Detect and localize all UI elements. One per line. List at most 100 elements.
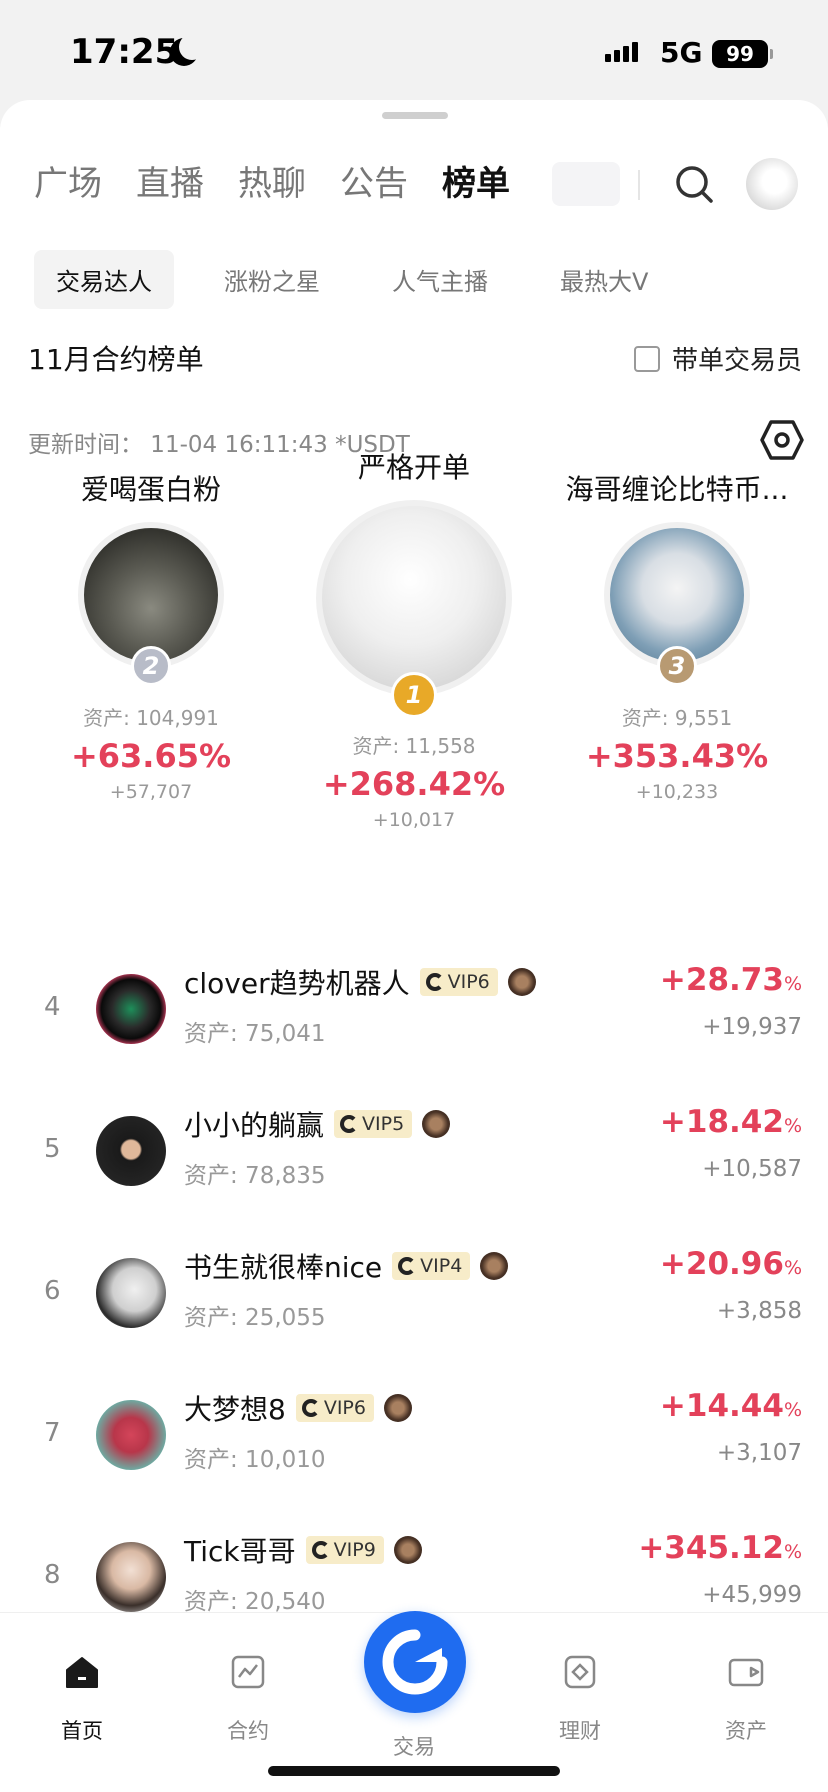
lead-trader-checkbox[interactable] — [634, 345, 660, 372]
rank-badge-gold: 1 — [391, 672, 437, 718]
tab-announcements[interactable]: 公告 — [340, 160, 408, 208]
sub-tabs: 交易达人 涨粉之星 人气主播 最热大V — [34, 250, 670, 309]
podium-assets: 资产: 104,991 — [83, 706, 219, 730]
vip-icon — [398, 1257, 417, 1275]
rank-number: 8 — [44, 1560, 61, 1590]
podium-avatar[interactable]: 1 — [316, 500, 512, 718]
rank-badge-silver: 2 — [131, 646, 171, 686]
settings-icon[interactable] — [760, 418, 804, 462]
nav-trade[interactable]: 交易 — [364, 1611, 466, 1761]
podium-third[interactable]: 海哥缠论比特币... 3 资产: 9,551 +353.43% +10,233 — [552, 468, 802, 803]
podium-second[interactable]: 爱喝蛋白粉 2 资产: 104,991 +63.65% +57,707 — [46, 468, 256, 803]
tab-live[interactable]: 直播 — [136, 160, 204, 208]
podium-assets: 资产: 9,551 — [621, 706, 733, 730]
trader-name[interactable]: clover趋势机器人 — [184, 962, 410, 1002]
podium-assets: 资产: 11,558 — [352, 734, 476, 758]
avatar[interactable] — [96, 974, 166, 1044]
rank-number: 5 — [44, 1134, 61, 1164]
percent-unit: % — [783, 1399, 802, 1421]
search-icon[interactable] — [674, 164, 714, 204]
trader-percent: +14.44% — [660, 1388, 802, 1424]
vip-icon — [425, 973, 444, 991]
tab-placeholder[interactable] — [552, 162, 620, 206]
vip-badge: VIP9 — [305, 1536, 384, 1564]
vip-level: VIP9 — [333, 1539, 376, 1561]
wallet-icon — [728, 1658, 764, 1687]
subtab-rising-stars[interactable]: 涨粉之星 — [202, 250, 342, 309]
percent-value: +18.42 — [659, 1104, 784, 1140]
name-line: Tick哥哥 VIP9 — [184, 1530, 422, 1570]
percent-unit: % — [783, 1257, 802, 1279]
percent-unit: % — [783, 1115, 802, 1137]
network-label: 5G — [660, 36, 703, 69]
podium-avatar[interactable]: 2 — [78, 522, 224, 686]
name-line: 小小的躺赢 VIP5 — [184, 1104, 451, 1144]
section-title: 11月合约榜单 — [28, 343, 204, 376]
percent-value: +14.44 — [659, 1388, 784, 1424]
trader-percent: +18.42% — [660, 1104, 802, 1140]
home-indicator[interactable] — [268, 1766, 560, 1776]
user-avatar[interactable] — [746, 158, 798, 210]
subtab-hottest-kols[interactable]: 最热大V — [538, 250, 670, 309]
name-line: clover趋势机器人 VIP6 — [184, 962, 536, 1002]
medal-icon — [480, 1252, 509, 1280]
sheet-grabber[interactable] — [382, 112, 448, 119]
podium-avatar[interactable]: 3 — [604, 522, 750, 686]
vip-badge: VIP5 — [334, 1110, 413, 1138]
percent-unit: % — [783, 1541, 802, 1563]
status-bar: 17:25 5G 99 — [0, 0, 828, 100]
avatar[interactable] — [96, 1116, 166, 1186]
percent-unit: % — [783, 973, 802, 995]
top-tabs: 广场 直播 热聊 公告 榜单 — [34, 160, 510, 208]
tab-hot-chat[interactable]: 热聊 — [238, 160, 306, 208]
rank-number: 7 — [44, 1418, 61, 1448]
list-item[interactable]: 5 小小的躺赢 VIP5 资产: 78,835 +18.42% +10,587 — [0, 1094, 828, 1214]
trader-name[interactable]: Tick哥哥 — [184, 1530, 296, 1570]
tab-plaza[interactable]: 广场 — [34, 160, 102, 208]
podium-profit: +57,707 — [109, 781, 193, 803]
subtab-popular-hosts[interactable]: 人气主播 — [370, 250, 510, 309]
trader-assets: 资产: 75,041 — [184, 1021, 326, 1047]
trader-name[interactable]: 小小的躺赢 — [184, 1104, 324, 1144]
trader-percent: +345.12% — [638, 1530, 802, 1566]
trader-percent: +28.73% — [660, 962, 802, 998]
vip-icon — [340, 1115, 359, 1133]
podium-percent: +353.43% — [585, 737, 769, 775]
vip-badge: VIP6 — [419, 968, 498, 996]
vip-level: VIP4 — [420, 1255, 463, 1277]
tab-divider — [638, 170, 640, 200]
tab-leaderboard[interactable]: 榜单 — [442, 160, 510, 208]
ranking-sheet: 广场 直播 热聊 公告 榜单 交易达人 涨粉之星 人气主播 最热大V 11月合约… — [0, 100, 828, 1792]
list-item[interactable]: 7 大梦想8 VIP6 资产: 10,010 +14.44% +3,107 — [0, 1378, 828, 1498]
list-item[interactable]: 4 clover趋势机器人 VIP6 资产: 75,041 +28.73% +1… — [0, 952, 828, 1072]
nav-label: 合约 — [227, 1719, 269, 1743]
trader-name[interactable]: 大梦想8 — [184, 1388, 286, 1428]
avatar[interactable] — [96, 1258, 166, 1328]
nav-wealth[interactable]: 理财 — [530, 1653, 630, 1745]
trader-name[interactable]: 书生就很棒nice — [184, 1246, 382, 1286]
nav-futures[interactable]: 合约 — [198, 1653, 298, 1745]
nav-home[interactable]: 首页 — [32, 1653, 132, 1745]
list-item[interactable]: 6 书生就很棒nice VIP4 资产: 25,055 +20.96% +3,8… — [0, 1236, 828, 1356]
bottom-nav: 首页 合约 交易 理财 资产 — [0, 1611, 828, 1792]
vip-icon — [301, 1399, 320, 1417]
moon-icon — [170, 34, 205, 66]
vip-level: VIP6 — [447, 971, 490, 993]
lead-trader-label[interactable]: 带单交易员 — [672, 340, 802, 377]
avatar[interactable] — [96, 1542, 166, 1612]
trade-button[interactable] — [364, 1611, 466, 1713]
trader-profit: +3,107 — [716, 1440, 802, 1466]
nav-assets[interactable]: 资产 — [696, 1653, 796, 1745]
avatar[interactable] — [96, 1400, 166, 1470]
trader-assets: 资产: 25,055 — [184, 1305, 326, 1331]
trader-assets: 资产: 20,540 — [184, 1589, 326, 1615]
lead-trader-filter[interactable]: 带单交易员 — [634, 340, 802, 377]
nav-label: 首页 — [61, 1719, 103, 1743]
podium-percent: +268.42% — [322, 765, 506, 803]
podium-first[interactable]: 严格开单 1 资产: 11,558 +268.42% +10,017 — [304, 446, 524, 831]
trader-profit: +10,587 — [702, 1156, 802, 1182]
medal-icon — [422, 1110, 451, 1138]
subtab-top-traders[interactable]: 交易达人 — [34, 250, 174, 309]
trader-profit: +3,858 — [716, 1298, 802, 1324]
medal-icon — [383, 1394, 412, 1422]
